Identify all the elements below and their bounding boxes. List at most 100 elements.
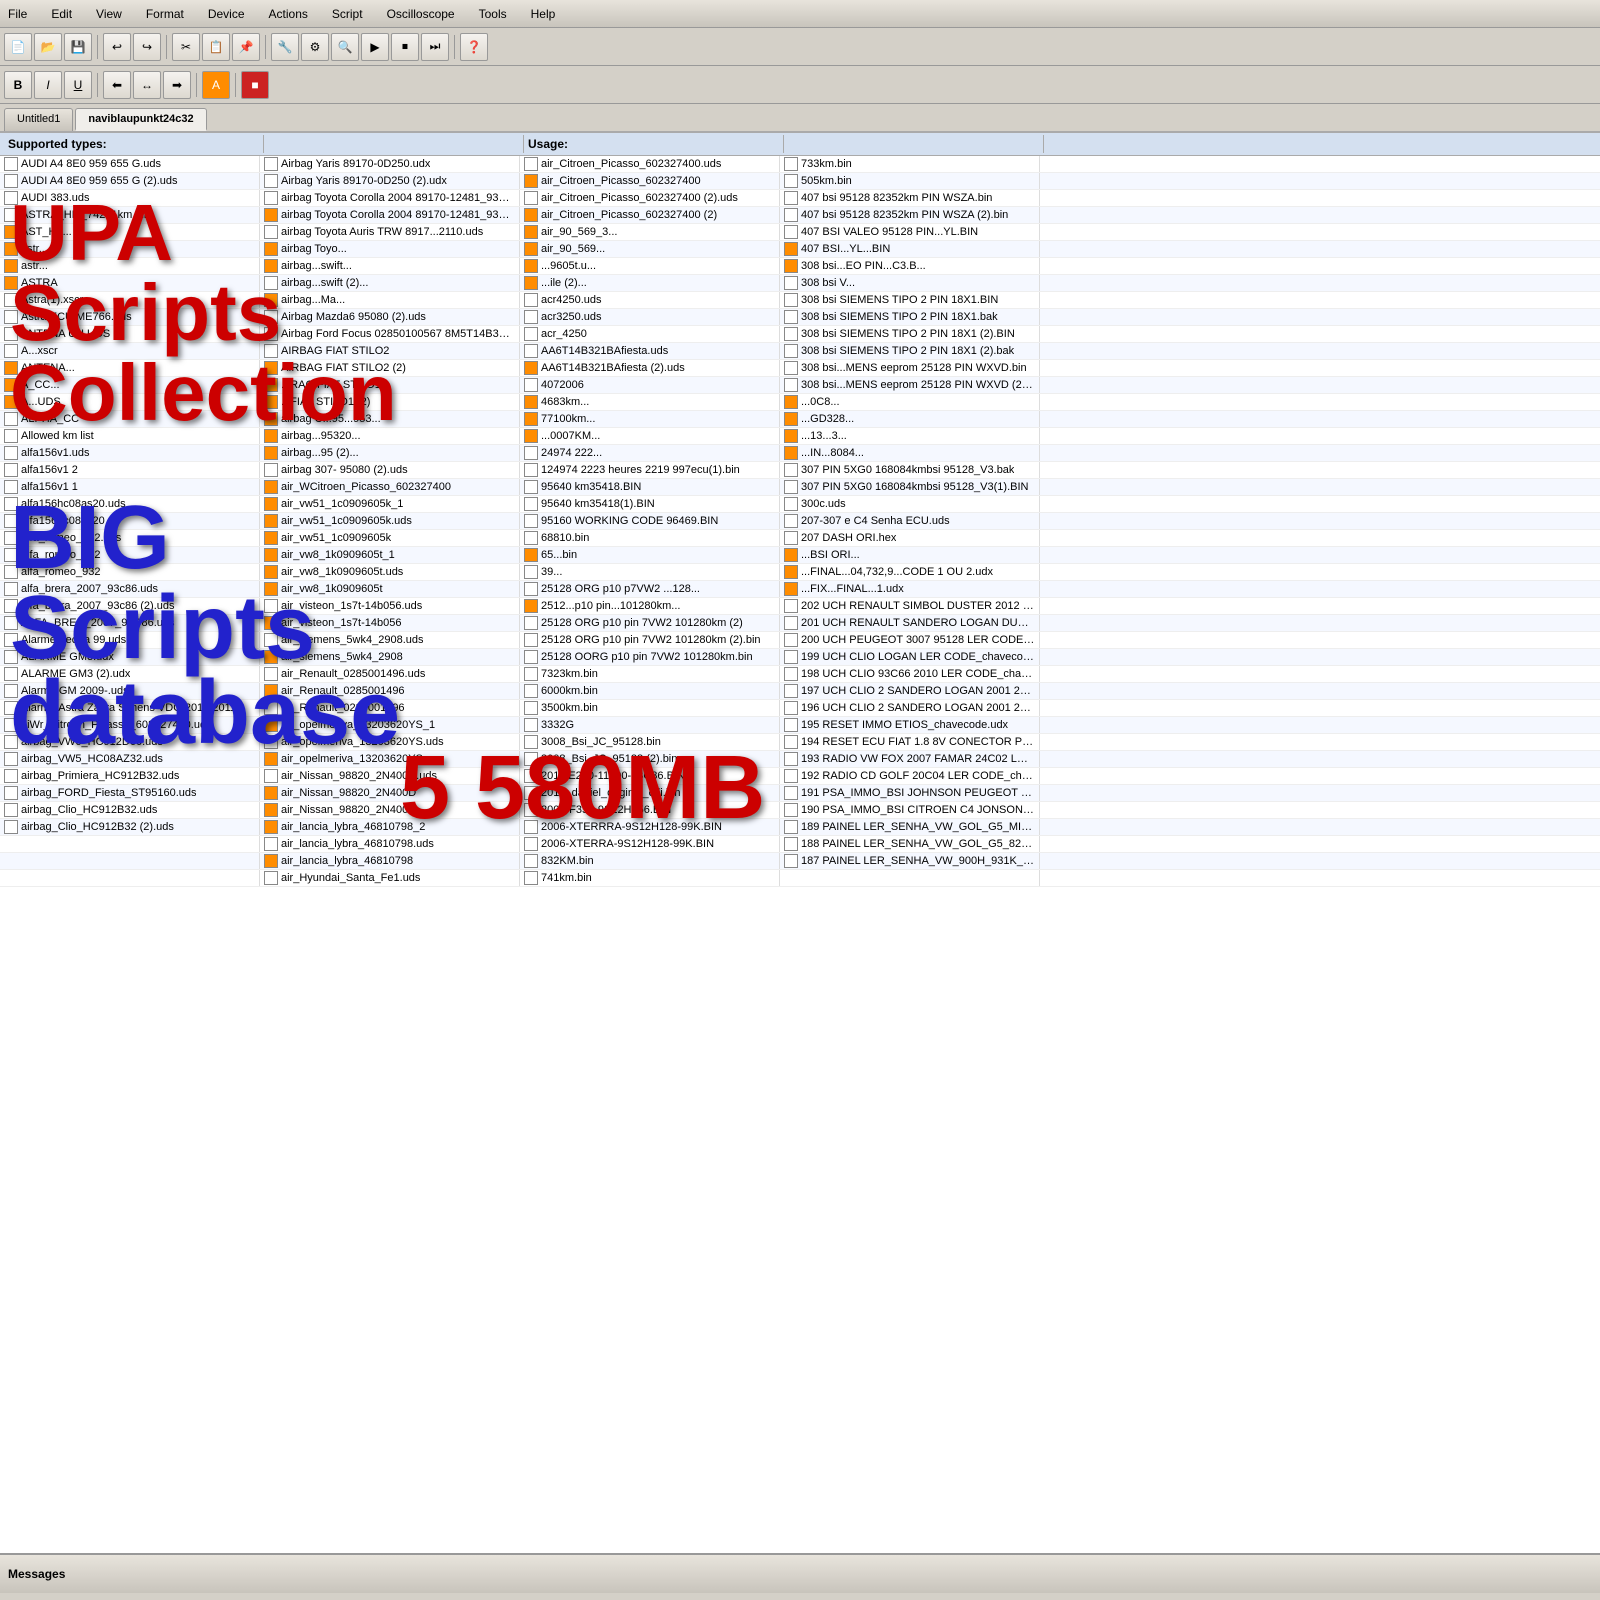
- file-cell[interactable]: air_90_569...: [520, 241, 780, 257]
- file-cell[interactable]: 308 bsi...EO PIN...C3.B...: [780, 258, 1040, 274]
- file-cell[interactable]: 2006-XTERRRA-9S12H128-99K.BIN: [520, 819, 780, 835]
- menu-tools[interactable]: Tools: [475, 5, 511, 23]
- file-cell[interactable]: AUDI 383.uds: [0, 190, 260, 206]
- file-cell[interactable]: 307 PIN 5XG0 168084kmbsi 95128_V3.bak: [780, 462, 1040, 478]
- file-cell[interactable]: AA6T14B321BAfiesta.uds: [520, 343, 780, 359]
- file-cell[interactable]: 6000km.bin: [520, 683, 780, 699]
- table-row[interactable]: Astra ECU ME766.udsAirbag Mazda6 95080 (…: [0, 309, 1600, 326]
- file-cell[interactable]: air_Citroen_Picasso_602327400.uds: [520, 156, 780, 172]
- file-cell[interactable]: 308 bsi SIEMENS TIPO 2 PIN 18X1.BIN: [780, 292, 1040, 308]
- file-cell[interactable]: 2010_daniel_original_cdi.bin: [520, 785, 780, 801]
- table-row[interactable]: AUDI A4 8E0 959 655 G (2).udsAirbag Yari…: [0, 173, 1600, 190]
- tool-btn-5[interactable]: ⏹: [391, 33, 419, 61]
- file-cell[interactable]: 741km.bin: [520, 870, 780, 886]
- table-row[interactable]: AUDI A4 8E0 959 655 G.udsAirbag Yaris 89…: [0, 156, 1600, 173]
- file-cell[interactable]: ...GD328...: [780, 411, 1040, 427]
- table-row[interactable]: Alarme GM 2009-.udsair_Renault_028500149…: [0, 683, 1600, 700]
- file-cell[interactable]: aiWr_Citroen_Picasso_602327400.uds: [0, 717, 260, 733]
- file-cell[interactable]: 308 bsi SIEMENS TIPO 2 PIN 18X1.bak: [780, 309, 1040, 325]
- file-cell[interactable]: ASTRA_HM_74231km.bin: [0, 207, 260, 223]
- file-cell[interactable]: 407 BSI...YL...BIN: [780, 241, 1040, 257]
- file-cell[interactable]: alfa156v1.uds: [0, 445, 260, 461]
- file-cell[interactable]: alfa156v1 1: [0, 479, 260, 495]
- file-cell[interactable]: 733km.bin: [780, 156, 1040, 172]
- file-cell[interactable]: 3008_Bsi_JC_95128 (2).bin: [520, 751, 780, 767]
- file-cell[interactable]: airbag_Primiera_HC912B32.uds: [0, 768, 260, 784]
- file-cell[interactable]: Astra ECU ME766.uds: [0, 309, 260, 325]
- file-cell[interactable]: 24974 222...: [520, 445, 780, 461]
- file-cell[interactable]: alfa156hc08as20.uds: [0, 496, 260, 512]
- file-cell[interactable]: air_opelmeriva_13203620YS_1: [260, 717, 520, 733]
- file-list[interactable]: AUDI A4 8E0 959 655 G.udsAirbag Yaris 89…: [0, 156, 1600, 1553]
- bold-button[interactable]: B: [4, 71, 32, 99]
- file-cell[interactable]: air_Hyundai_Santa_Fe1.uds: [260, 870, 520, 886]
- file-cell[interactable]: 25128 OORG p10 pin 7VW2 101280km.bin: [520, 649, 780, 665]
- file-cell[interactable]: acr_4250: [520, 326, 780, 342]
- tool-btn-4[interactable]: ▶: [361, 33, 389, 61]
- file-cell[interactable]: 2011-E250-11700-93C86.BIN: [520, 768, 780, 784]
- file-cell[interactable]: [0, 836, 260, 852]
- table-row[interactable]: airbag_VW6_HC912D60.udsair_opelmeriva_13…: [0, 734, 1600, 751]
- file-cell[interactable]: air_vw8_1k0909605t: [260, 581, 520, 597]
- table-row[interactable]: ANTENA UN.UDSAirbag Ford Focus 028501005…: [0, 326, 1600, 343]
- file-cell[interactable]: 307 PIN 5XG0 168084kmbsi 95128_V3(1).BIN: [780, 479, 1040, 495]
- file-cell[interactable]: AA6T14B321BAfiesta (2).uds: [520, 360, 780, 376]
- file-cell[interactable]: air_vw51_1c0909605k_1: [260, 496, 520, 512]
- table-row[interactable]: air_Hyundai_Santa_Fe1.uds741km.bin: [0, 870, 1600, 887]
- file-cell[interactable]: airbag Toyo...: [260, 241, 520, 257]
- file-cell[interactable]: alfa_romeo_932: [0, 564, 260, 580]
- table-row[interactable]: alfa156v1 2airbag 307- 95080 (2).uds1249…: [0, 462, 1600, 479]
- file-cell[interactable]: alfa_brera_2007_93c86 (2).uds: [0, 598, 260, 614]
- file-cell[interactable]: A_CC...: [0, 377, 260, 393]
- table-row[interactable]: ALPHA_CCairbag C...95...953...77100km...…: [0, 411, 1600, 428]
- underline-button[interactable]: U: [64, 71, 92, 99]
- file-cell[interactable]: 2008-F350-9S12H256.BIN: [520, 802, 780, 818]
- file-cell[interactable]: air_90_569_3...: [520, 224, 780, 240]
- table-row[interactable]: Alarme Astra Zafira Simens VDO 2010 2011…: [0, 700, 1600, 717]
- table-row[interactable]: astr...airbag...swift......9605t.u...308…: [0, 258, 1600, 275]
- file-cell[interactable]: 308 bsi...MENS eeprom 25128 PIN WXVD.bin: [780, 360, 1040, 376]
- file-cell[interactable]: alfa_romeo_932: [0, 547, 260, 563]
- table-row[interactable]: alfa_brera_2007_93c86 (2).udsair_visteon…: [0, 598, 1600, 615]
- file-cell[interactable]: 3500km.bin: [520, 700, 780, 716]
- file-cell[interactable]: 25128 ORG p10 p7VW2 ...128...: [520, 581, 780, 597]
- menu-format[interactable]: Format: [142, 5, 188, 23]
- file-cell[interactable]: air_vw8_1k0909605t.uds: [260, 564, 520, 580]
- file-cell[interactable]: acr4250.uds: [520, 292, 780, 308]
- file-cell[interactable]: ...FIX...FINAL...1.udx: [780, 581, 1040, 597]
- file-cell[interactable]: 300c.uds: [780, 496, 1040, 512]
- file-cell[interactable]: air_vw51_1c0909605k: [260, 530, 520, 546]
- italic-button[interactable]: I: [34, 71, 62, 99]
- table-row[interactable]: Astra(1).xscrairbag...Ma...acr4250.uds30…: [0, 292, 1600, 309]
- file-cell[interactable]: airbag_FORD_Fiesta_ST95160.uds: [0, 785, 260, 801]
- file-cell[interactable]: 68810.bin: [520, 530, 780, 546]
- menu-oscilloscope[interactable]: Oscilloscope: [383, 5, 459, 23]
- file-cell[interactable]: 192 RADIO CD GOLF 20C04 LER CODE_chaveco…: [780, 768, 1040, 784]
- file-cell[interactable]: 407 bsi 95128 82352km PIN WSZA (2).bin: [780, 207, 1040, 223]
- file-cell[interactable]: 65...bin: [520, 547, 780, 563]
- file-cell[interactable]: ALPHA_CC: [0, 411, 260, 427]
- file-cell[interactable]: 7323km.bin: [520, 666, 780, 682]
- file-cell[interactable]: Airbag Yaris 89170-0D250.udx: [260, 156, 520, 172]
- file-cell[interactable]: 407 bsi 95128 82352km PIN WSZA.bin: [780, 190, 1040, 206]
- table-row[interactable]: ASTRAairbag...swift (2)......ile (2)...3…: [0, 275, 1600, 292]
- file-cell[interactable]: 188 PAINEL LER_SENHA_VW_GOL_G5_823A_823K…: [780, 836, 1040, 852]
- file-cell[interactable]: alfa_brera_2007_93c86.uds: [0, 581, 260, 597]
- redo-button[interactable]: ↪: [133, 33, 161, 61]
- menu-device[interactable]: Device: [204, 5, 249, 23]
- file-cell[interactable]: airbag...95320...: [260, 428, 520, 444]
- file-cell[interactable]: ALARME GM3.udx: [0, 649, 260, 665]
- file-cell[interactable]: air_lancia_lybra_46810798.uds: [260, 836, 520, 852]
- file-cell[interactable]: 308 bsi...MENS eeprom 25128 PIN WXVD (2)…: [780, 377, 1040, 393]
- table-row[interactable]: ALFA_BRER_2007_93C86.udsair_visteon_1s7t…: [0, 615, 1600, 632]
- file-cell[interactable]: air_vw8_1k0909605t_1: [260, 547, 520, 563]
- file-cell[interactable]: [0, 853, 260, 869]
- menu-edit[interactable]: Edit: [47, 5, 76, 23]
- file-cell[interactable]: ...FINAL...04,732,9...CODE 1 OU 2.udx: [780, 564, 1040, 580]
- file-cell[interactable]: 197 UCH CLIO 2 SANDERO LOGAN 2001 2006 9…: [780, 683, 1040, 699]
- file-cell[interactable]: 124974 2223 heures 2219 997ecu(1).bin: [520, 462, 780, 478]
- file-cell[interactable]: 407 BSI VALEO 95128 PIN...YL.BIN: [780, 224, 1040, 240]
- save-button[interactable]: 💾: [64, 33, 92, 61]
- table-row[interactable]: Allowed km listairbag...95320......0007K…: [0, 428, 1600, 445]
- table-row[interactable]: airbag_Clio_HC912B32.udsair_Nissan_98820…: [0, 802, 1600, 819]
